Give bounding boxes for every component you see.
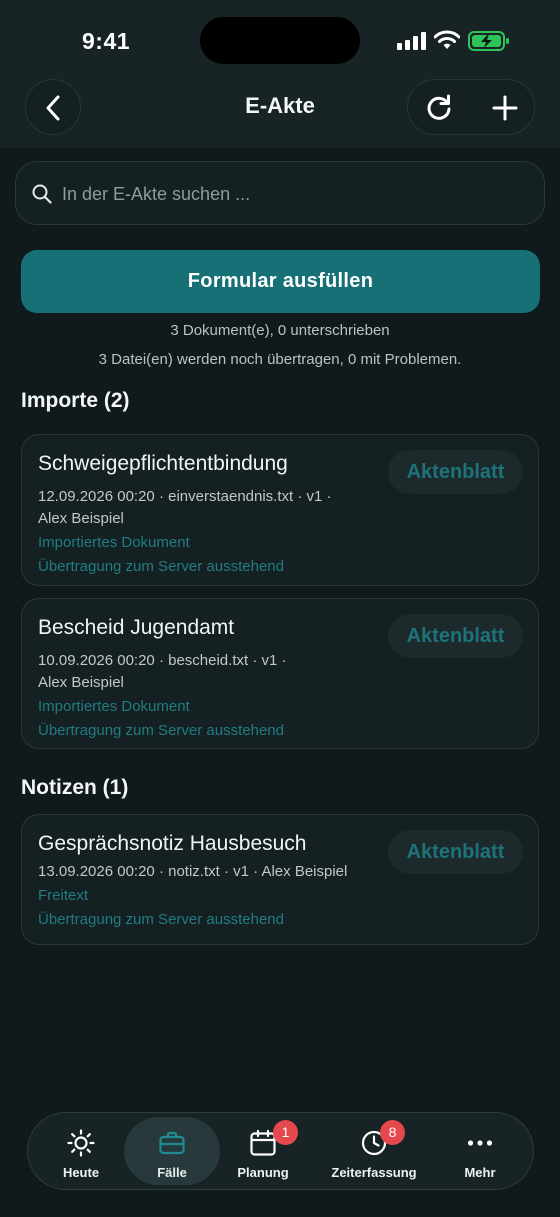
fill-form-button[interactable]: Formular ausfüllen (21, 250, 540, 313)
note-meta: 13.09.2026 00:20 · notiz.txt · v1 · Alex… (38, 863, 348, 880)
document-author: Alex Beispiel (38, 510, 124, 527)
e-akte-screen: 9:41 E-Akte In der E-Akte suchen ... For… (0, 0, 560, 1217)
search-icon (32, 184, 52, 204)
transfer-summary: 3 Datei(en) werden noch übertragen, 0 mi… (98, 351, 462, 368)
aktenblatt-button[interactable]: Aktenblatt (388, 830, 523, 874)
notification-badge: 1 (273, 1120, 298, 1145)
note-title: Gesprächsnotiz Hausbesuch (38, 832, 307, 855)
document-title: Bescheid Jugendamt (38, 616, 235, 639)
tab-label: Mehr (464, 1165, 496, 1180)
section-heading-imports: Importe (2) (21, 389, 130, 412)
tab-mehr[interactable]: Mehr (432, 1117, 528, 1185)
dynamic-island (200, 17, 360, 64)
document-card[interactable]: Schweigepflichtentbindung 12.09.2026 00:… (21, 434, 539, 586)
refresh-button[interactable] (410, 80, 466, 136)
tab-label: Fälle (157, 1165, 187, 1180)
page-title: E-Akte (245, 93, 315, 118)
document-card[interactable]: Bescheid Jugendamt 10.09.2026 00:20 · be… (21, 598, 539, 749)
briefcase-icon (159, 1131, 185, 1155)
document-title: Schweigepflichtentbindung (38, 452, 288, 475)
bottom-tab-bar: Heute Fälle 1 Planung 8 Zeiterfassung Me… (27, 1112, 534, 1190)
plus-icon (492, 95, 518, 121)
search-bar (15, 161, 545, 225)
battery-charging-icon (468, 31, 509, 51)
notification-badge: 8 (380, 1120, 405, 1145)
tab-faelle[interactable]: Fälle (124, 1117, 220, 1185)
document-meta: 10.09.2026 00:20 · bescheid.txt · v1 · (38, 652, 287, 669)
tab-zeiterfassung[interactable]: 8 Zeiterfassung (326, 1117, 422, 1185)
wifi-icon (434, 30, 460, 49)
status-time: 9:41 (82, 28, 131, 54)
document-status: Übertragung zum Server ausstehend (38, 558, 284, 575)
cellular-signal-icon (397, 32, 426, 50)
tab-label: Zeiterfassung (331, 1165, 417, 1180)
header-actions (407, 79, 535, 135)
aktenblatt-button[interactable]: Aktenblatt (388, 614, 523, 658)
document-type: Importiertes Dokument (38, 698, 190, 715)
note-status: Übertragung zum Server ausstehend (38, 911, 284, 928)
document-meta: 12.09.2026 00:20 · einverstaendnis.txt ·… (38, 488, 332, 505)
add-button[interactable] (476, 80, 532, 136)
back-button[interactable] (25, 79, 81, 135)
sun-icon (67, 1129, 95, 1157)
search-input[interactable] (62, 172, 522, 216)
tab-label: Heute (62, 1165, 100, 1180)
section-heading-notes: Notizen (1) (21, 776, 129, 799)
note-type: Freitext (38, 887, 89, 904)
document-summary: 3 Dokument(e), 0 unterschrieben (170, 322, 390, 339)
note-card[interactable]: Gesprächsnotiz Hausbesuch 13.09.2026 00:… (21, 814, 539, 945)
tab-heute[interactable]: Heute (33, 1117, 129, 1185)
aktenblatt-button[interactable]: Aktenblatt (388, 450, 523, 494)
refresh-icon (427, 94, 451, 120)
chevron-left-icon (46, 95, 60, 121)
tab-planung[interactable]: 1 Planung (215, 1117, 311, 1185)
document-author: Alex Beispiel (38, 674, 124, 691)
document-status: Übertragung zum Server ausstehend (38, 722, 284, 739)
tab-label: Planung (237, 1165, 289, 1180)
more-icon (467, 1140, 493, 1146)
document-type: Importiertes Dokument (38, 534, 190, 551)
